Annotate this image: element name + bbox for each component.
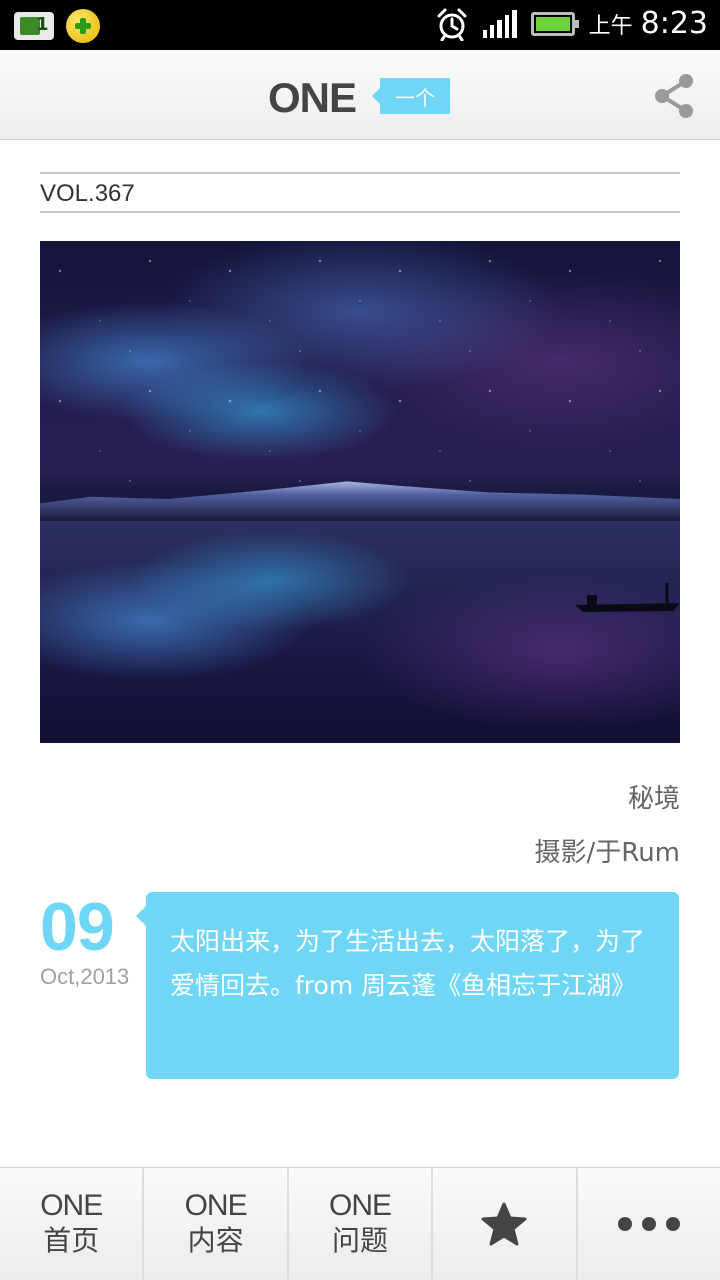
nav-question-en: ONE xyxy=(329,1189,392,1222)
nav-home-en: ONE xyxy=(40,1189,103,1222)
nav-favorites[interactable] xyxy=(433,1168,578,1280)
logo-tag: 一个 xyxy=(372,78,450,114)
divider xyxy=(40,172,680,174)
signal-icon xyxy=(482,9,517,38)
bottom-nav: ONE 首页 ONE 内容 ONE 问题 xyxy=(0,1167,720,1280)
status-time: 8:23 xyxy=(640,6,708,41)
divider xyxy=(40,211,680,213)
photo-title: 秘境 xyxy=(627,784,680,814)
status-right: 上午 8:23 xyxy=(435,6,708,41)
nav-content-zh: 内容 xyxy=(187,1224,244,1257)
nav-more[interactable] xyxy=(578,1168,720,1280)
date-day: 09 xyxy=(40,889,115,965)
featured-photo[interactable] xyxy=(40,241,680,743)
battery-icon xyxy=(530,11,579,36)
photo-author: 摄影/于Rum xyxy=(534,838,680,868)
nav-home[interactable]: ONE 首页 xyxy=(0,1168,145,1280)
security-app-icon xyxy=(66,9,100,43)
app-notification-icon xyxy=(14,12,54,40)
nav-content[interactable]: ONE 内容 xyxy=(144,1168,289,1280)
status-bar: 上午 8:23 xyxy=(0,0,720,50)
status-ampm: 上午 xyxy=(588,13,633,39)
app-header: ONE 一个 xyxy=(0,50,720,140)
share-icon[interactable] xyxy=(652,72,696,120)
more-icon xyxy=(617,1217,680,1231)
daily-quote: 太阳出来，为了生活出去，太阳落了，为了爱情回去。from 周云蓬《鱼相忘于江湖》 xyxy=(136,892,679,1079)
nav-home-zh: 首页 xyxy=(43,1224,100,1257)
photo-water xyxy=(40,521,680,743)
nav-content-en: ONE xyxy=(184,1189,248,1222)
boat-silhouette xyxy=(575,583,680,612)
alarm-icon xyxy=(437,8,467,41)
app-logo: ONE xyxy=(268,74,357,121)
nav-question-zh: 问题 xyxy=(332,1224,389,1257)
star-icon xyxy=(481,1202,527,1246)
date-month-year: Oct,2013 xyxy=(40,964,130,989)
nav-question[interactable]: ONE 问题 xyxy=(289,1168,434,1280)
volume-number: VOL.367 xyxy=(40,180,135,207)
status-left xyxy=(14,9,100,43)
